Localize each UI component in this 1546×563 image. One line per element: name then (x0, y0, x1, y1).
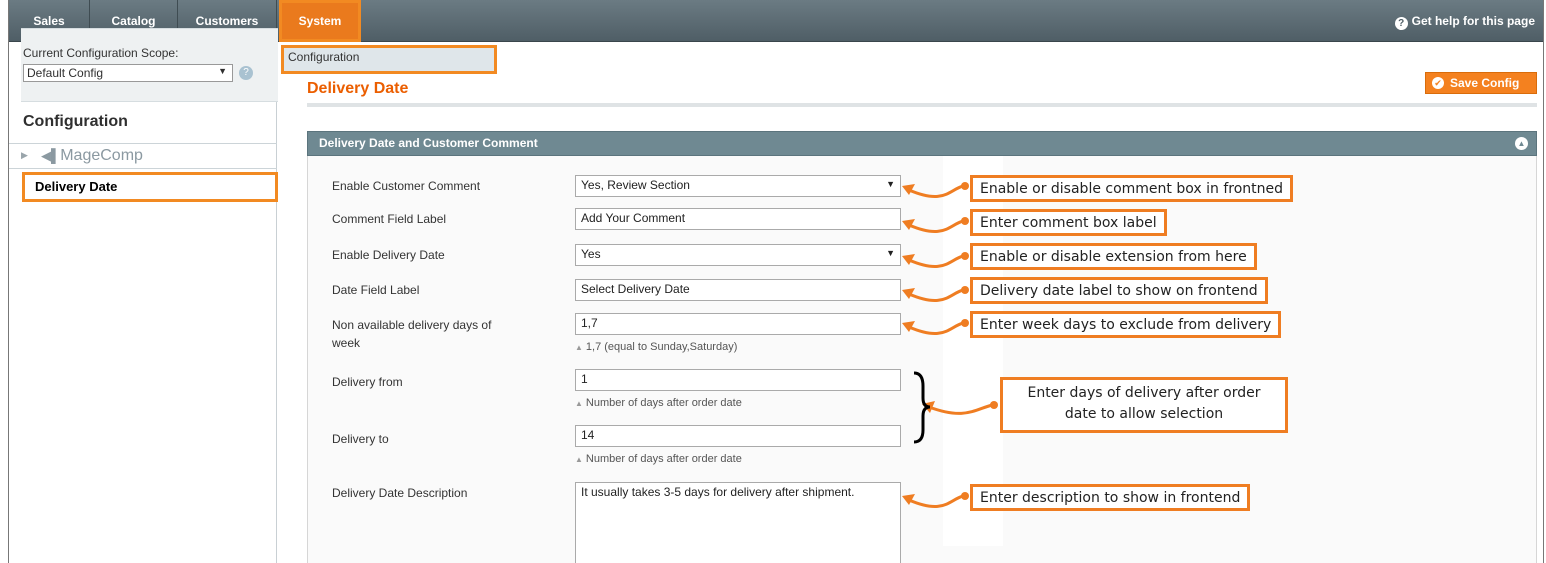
enable-date-value: Yes (581, 247, 601, 261)
callout-label: Enter comment box label (970, 209, 1167, 236)
sidebar-group-magecomp[interactable]: ▶ ◀▌MageComp (9, 143, 277, 169)
chevron-down-icon: ▼ (886, 179, 895, 189)
label-non-available-line2: week (332, 336, 361, 350)
delivery-from-note-text: Number of days after order date (585, 397, 742, 409)
non-available-note: ▲ 1,7 (equal to Sunday,Saturday) (575, 341, 737, 353)
note-triangle-icon: ▲ (575, 343, 583, 352)
save-config-label: Save Config (1450, 76, 1520, 90)
chevron-down-icon: ▼ (218, 66, 227, 76)
delivery-to-input[interactable]: 14 (575, 425, 901, 447)
callout-days-line2: date to allow selection (1064, 406, 1224, 422)
scope-help-icon[interactable]: ? (239, 66, 253, 80)
delivery-from-input[interactable]: 1 (575, 369, 901, 391)
help-icon: ? (1394, 17, 1408, 30)
section-header[interactable]: Delivery Date and Customer Comment ▲ (307, 131, 1537, 156)
menu-configuration[interactable]: Configuration (281, 45, 497, 74)
label-date-field: Date Field Label (332, 283, 420, 297)
enable-comment-select[interactable]: Yes, Review Section ▼ (575, 175, 901, 197)
scope-select[interactable]: Default Config ▼ (23, 64, 233, 82)
description-textarea[interactable]: It usually takes 3-5 days for delivery a… (575, 482, 901, 563)
title-divider (307, 103, 1537, 107)
callout-week-days: Enter week days to exclude from delivery (970, 311, 1282, 338)
sidebar-config-title: Configuration (23, 113, 128, 130)
label-non-available-line1: Non available delivery days of (332, 318, 492, 332)
nav-system[interactable]: System (279, 0, 361, 42)
label-delivery-to: Delivery to (332, 432, 389, 446)
date-label-input[interactable]: Select Delivery Date (575, 279, 901, 301)
note-triangle-icon: ▲ (575, 455, 583, 464)
section-title: Delivery Date and Customer Comment (319, 136, 538, 150)
magecomp-logo: ◀▌MageComp (41, 147, 143, 164)
label-non-available: Non available delivery days of week (332, 316, 491, 352)
expand-triangle-icon: ▶ (21, 150, 28, 160)
label-enable-date: Enable Delivery Date (332, 248, 445, 262)
admin-frame: Sales Catalog Customers System ? Get help… (8, 0, 1544, 563)
magecomp-label: MageComp (60, 147, 143, 164)
delivery-to-note-text: Number of days after order date (585, 453, 742, 465)
comment-label-input[interactable]: Add Your Comment (575, 208, 901, 230)
label-description: Delivery Date Description (332, 486, 468, 500)
callout-extension: Enable or disable extension from here (970, 243, 1257, 270)
note-triangle-icon: ▲ (575, 399, 583, 408)
scope-label: Current Configuration Scope: (23, 46, 179, 60)
non-available-note-text: 1,7 (equal to Sunday,Saturday) (585, 341, 738, 353)
scope-value: Default Config (27, 66, 104, 80)
enable-date-select[interactable]: Yes ▼ (575, 244, 901, 266)
save-config-button[interactable]: ✔ Save Config (1425, 72, 1537, 94)
callout-days: Enter days of delivery after order date … (1000, 377, 1288, 433)
delivery-to-note: ▲ Number of days after order date (575, 453, 742, 465)
check-icon: ✔ (1432, 77, 1444, 89)
label-enable-comment: Enable Customer Comment (332, 179, 481, 193)
callout-comment: Enable or disable comment box in frontne… (970, 175, 1294, 202)
section-body (307, 156, 1537, 563)
callout-date-label: Delivery date label to show on frontend (970, 277, 1268, 304)
page-title: Delivery Date (307, 80, 409, 97)
delivery-from-note: ▲ Number of days after order date (575, 397, 742, 409)
non-available-days-input[interactable]: 1,7 (575, 313, 901, 335)
help-label: Get help for this page (1411, 14, 1535, 28)
callout-days-line1: Enter days of delivery after order (1027, 385, 1261, 401)
label-comment-field: Comment Field Label (332, 212, 447, 226)
label-delivery-from: Delivery from (332, 375, 403, 389)
sidebar-item-delivery-date[interactable]: Delivery Date (22, 172, 278, 202)
callout-description: Enter description to show in frontend (970, 484, 1251, 511)
help-link[interactable]: ? Get help for this page (1394, 0, 1535, 42)
collapse-icon[interactable]: ▲ (1515, 137, 1528, 150)
chevron-down-icon: ▼ (886, 248, 895, 258)
enable-comment-value: Yes, Review Section (581, 178, 690, 192)
